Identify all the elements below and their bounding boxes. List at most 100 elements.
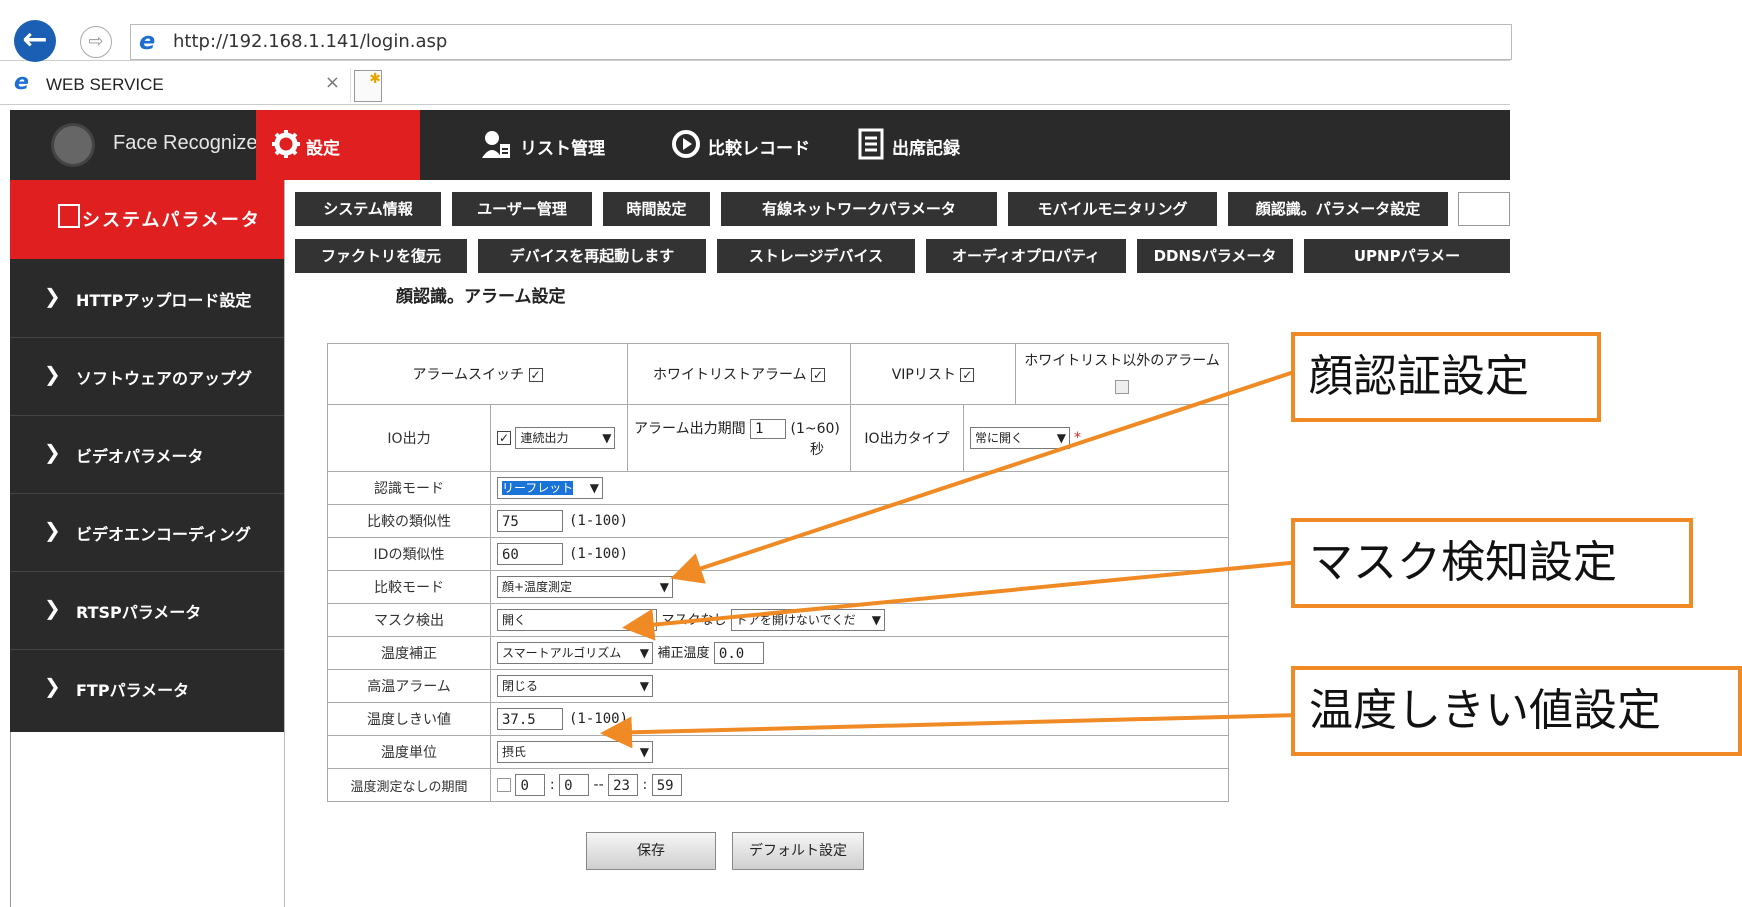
mask-detection-callout: マスク検知設定 [1291,518,1693,608]
alarm-switch-cell: アラームスイッチ ✓ [327,343,628,405]
url-field[interactable]: e http://192.168.1.141/login.asp [130,24,1512,60]
high-temp-cell: 閉じる ▼ [490,669,1229,703]
io-type-select[interactable]: 常に開く ▼ [970,427,1070,449]
forward-arrow-icon[interactable]: ⇨ [80,26,112,58]
alarm-period-range: (1~60) [790,420,840,437]
temp-comp-cell: スマートアルゴリズム ▼ 補正温度 0.0 [490,636,1229,670]
non-whitelist-checkbox[interactable] [1115,380,1129,394]
alarm-switch-checkbox[interactable]: ✓ [528,368,543,382]
chevron-down-icon: ▼ [639,745,649,759]
no-measure-start-minute[interactable]: 0 [559,774,590,796]
alarm-period-cell: アラーム出力期間 1 (1~60) 秒 [627,404,851,472]
id-sim-input[interactable]: 60 [497,543,563,565]
tab-upnp[interactable]: UPNPパラメー [1304,239,1510,273]
no-measure-checkbox[interactable] [497,778,511,792]
no-mask-value: ドアを開けないでくだ [735,613,856,627]
sidebar-item-ftp[interactable]: ❯ FTPパラメータ [10,650,284,728]
sidebar-item-rtsp[interactable]: ❯ RTSPパラメータ [10,572,284,650]
save-button[interactable]: 保存 [586,832,716,870]
close-icon[interactable]: × [325,72,340,93]
user-list-icon [482,131,510,158]
back-arrow-icon[interactable]: ← [14,20,56,62]
tab-face-alarm-active[interactable] [1458,192,1510,226]
alarm-period-label: アラーム出力期間 [634,420,746,437]
recog-mode-value: リーフレット [502,481,574,495]
tab-factory-restore[interactable]: ファクトリを復元 [295,239,467,273]
nav-attendance[interactable]: 出席記録 [856,110,986,180]
vip-list-cell: VIPリスト ✓ [850,343,1016,405]
compare-mode-select[interactable]: 顔+温度測定 ▼ [497,576,673,598]
temp-threshold-input[interactable]: 37.5 [497,708,563,730]
sidebar: システムパラメータ ❯ HTTPアップロード設定 ❯ ソフトウェアのアップグ ❯… [10,180,284,732]
no-mask-select[interactable]: ドアを開けないでくだ ▼ [730,609,885,631]
sidebar-item-video-parameters[interactable]: ❯ ビデオパラメータ [10,416,284,494]
sidebar-item-software-upgrade[interactable]: ❯ ソフトウェアのアップグ [10,338,284,416]
tab-face-params[interactable]: 顔認識。パラメータ設定 [1228,192,1448,226]
ie-logo-icon: e [139,27,156,55]
tab-title: WEB SERVICE [46,75,164,94]
colon: : [549,777,555,793]
tab-system-info[interactable]: システム情報 [295,192,441,226]
brand-name: Face Recognize [113,132,258,154]
whitelist-alarm-checkbox[interactable]: ✓ [811,368,826,382]
no-measure-start-hour[interactable]: 0 [515,774,546,796]
mask-select[interactable]: 開く [497,609,657,631]
nav-label: 比較レコード [708,139,810,159]
tab-wired-network[interactable]: 有線ネットワークパラメータ [721,192,997,226]
sidebar-item-label: ビデオエンコーディング [76,525,251,544]
sidebar-item-video-encoding[interactable]: ❯ ビデオエンコーディング [10,494,284,572]
no-measure-label: 温度測定なしの期間 [327,768,491,802]
non-whitelist-label: ホワイトリスト以外のアラーム [1024,353,1220,369]
io-mode-select[interactable]: 連続出力 ▼ [515,427,616,449]
io-output-checkbox[interactable]: ✓ [497,431,511,445]
new-tab-icon[interactable]: ✱ [354,70,382,102]
vip-list-label: VIPリスト [891,367,956,383]
nav-label: リスト管理 [520,139,605,159]
comp-temp-input[interactable]: 0.0 [713,642,764,664]
id-sim-range: (1-100) [569,546,629,562]
tab-ddns[interactable]: DDNSパラメータ [1137,239,1293,273]
chevron-down-icon: ▼ [871,613,881,627]
tab-mobile-monitoring[interactable]: モバイルモニタリング [1008,192,1217,226]
sidebar-item-label: FTPパラメータ [76,681,190,700]
comp-temp-label: 補正温度 [657,646,710,661]
nav-list-management[interactable]: リスト管理 [480,110,630,180]
main-divider [284,180,285,907]
chevron-down-icon: ▼ [602,431,612,445]
high-temp-select[interactable]: 閉じる ▼ [497,675,653,697]
id-sim-label: IDの類似性 [327,537,491,571]
nav-compare-record[interactable]: 比較レコード [670,110,830,180]
sidebar-item-system-parameters[interactable]: システムパラメータ [10,180,284,259]
temp-comp-select[interactable]: スマートアルゴリズム ▼ [497,642,653,664]
alarm-switch-label: アラームスイッチ [412,367,525,383]
tab-reboot-device[interactable]: デバイスを再起動します [478,239,706,273]
tab-user-management[interactable]: ユーザー管理 [452,192,592,226]
non-whitelist-cell: ホワイトリスト以外のアラーム [1015,343,1229,405]
sidebar-item-label: ソフトウェアのアップグ [76,369,253,388]
recog-mode-select[interactable]: リーフレット ▼ [497,477,603,499]
vip-list-checkbox[interactable]: ✓ [960,368,975,382]
default-settings-button[interactable]: デフォルト設定 [732,832,864,870]
tab-storage-device[interactable]: ストレージデバイス [717,239,915,273]
no-measure-end-minute[interactable]: 59 [651,774,682,796]
temp-unit-label: 温度単位 [327,735,491,769]
required-mark: * [1074,430,1081,446]
whitelist-alarm-cell: ホワイトリストアラーム ✓ [627,343,851,405]
temp-unit-select[interactable]: 摂氏 ▼ [497,741,653,763]
sidebar-item-label: HTTPアップロード設定 [76,291,252,310]
compare-sim-input[interactable]: 75 [497,510,563,532]
tab-audio-properties[interactable]: オーディオプロパティ [926,239,1126,273]
sidebar-border [10,732,11,907]
io-output-label: IO出力 [327,404,491,472]
temp-threshold-range: (1-100) [569,711,629,727]
alarm-period-input[interactable]: 1 [750,418,787,439]
temp-unit-cell: 摂氏 ▼ [490,735,1229,769]
browser-tab-bar: e WEB SERVICE × ✱ [0,66,1510,105]
browser-tab[interactable]: e WEB SERVICE × [8,68,351,102]
document-settings-icon [58,204,80,228]
sidebar-item-http-upload[interactable]: ❯ HTTPアップロード設定 [10,260,284,338]
nav-label: 設定 [306,139,340,159]
no-measure-end-hour[interactable]: 23 [608,774,639,796]
nav-settings[interactable]: 設定 [256,110,420,180]
tab-time-settings[interactable]: 時間設定 [603,192,710,226]
